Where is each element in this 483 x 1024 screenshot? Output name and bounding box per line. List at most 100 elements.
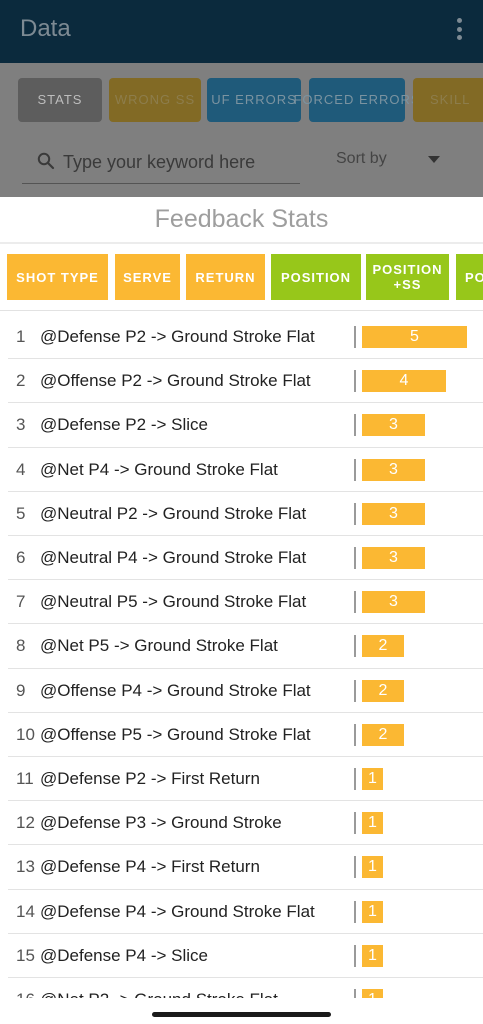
row-label: @Neutral P2 -> Ground Stroke Flat — [40, 503, 307, 523]
value-label: 2 — [378, 725, 388, 743]
row-separator — [354, 458, 356, 481]
chevron-down-icon[interactable] — [428, 156, 440, 163]
row-number: 4 — [16, 459, 26, 479]
list-item[interactable]: 1 @Defense P2 -> Ground Stroke Flat 5 — [8, 315, 483, 360]
row-number: 1 — [16, 327, 26, 346]
row-separator — [354, 989, 356, 998]
row-label: @Neutral P5 -> Ground Stroke Flat — [40, 592, 307, 612]
value-label: 1 — [368, 946, 377, 964]
value-label: 3 — [389, 593, 398, 611]
value-label: 3 — [389, 549, 398, 566]
tab-shot-type[interactable]: SHOT TYPE — [7, 254, 108, 300]
row-label: @Net P5 -> Ground Stroke Flat — [40, 636, 278, 656]
filter-chips: STATS WRONG SS UF ERRORS FORCED ERRORS S… — [18, 78, 483, 123]
row-separator — [354, 502, 356, 525]
row-label: @Offense P4 -> Ground Stroke Flat — [40, 680, 311, 700]
row-separator — [354, 723, 356, 746]
tab-position-t[interactable]: PO +T — [456, 254, 483, 300]
sheet-title: Feedback Stats — [154, 205, 329, 233]
filter-chip-stats[interactable]: STATS — [18, 78, 102, 122]
list-item[interactable]: 2 @Offense P2 -> Ground Stroke Flat 4 — [8, 359, 483, 404]
list-item[interactable]: 5 @Neutral P2 -> Ground Stroke Flat 3 — [8, 492, 483, 536]
filter-chip-uf-errors[interactable]: UF ERRORS — [207, 78, 301, 122]
row-separator — [354, 900, 356, 923]
row-number: 2 — [16, 371, 26, 391]
filter-chip-wrong-ss[interactable]: WRONG SS — [109, 78, 201, 122]
row-number: 8 — [16, 636, 26, 656]
list-item[interactable]: 15 @Defense P4 -> Slice 1 — [8, 934, 483, 978]
sort-by-label[interactable]: Sort by — [336, 150, 387, 168]
value-label: 2 — [378, 681, 388, 699]
row-separator — [354, 768, 356, 790]
row-label: @Neutral P4 -> Ground Stroke Flat — [40, 548, 307, 567]
value-label: 4 — [399, 372, 409, 390]
row-number: 15 — [16, 945, 35, 965]
tab-position[interactable]: POSITION — [271, 254, 361, 300]
row-number: 7 — [16, 592, 26, 612]
tab-return[interactable]: RETURN — [186, 254, 265, 300]
list-item[interactable]: 4 @Net P4 -> Ground Stroke Flat 3 — [8, 448, 483, 492]
search-input[interactable] — [63, 148, 293, 176]
tab-serve[interactable]: SERVE — [115, 254, 180, 300]
value-label: 3 — [389, 504, 398, 522]
value-label: 5 — [410, 328, 419, 345]
row-separator — [354, 679, 356, 702]
home-indicator[interactable] — [152, 1012, 331, 1017]
list-item[interactable]: 14 @Defense P4 -> Ground Stroke Flat 1 — [8, 890, 483, 934]
row-separator — [354, 370, 356, 393]
row-label: @Offense P5 -> Ground Stroke Flat — [40, 724, 311, 744]
row-label: @Defense P2 -> Slice — [40, 415, 208, 435]
list-item[interactable]: 7 @Neutral P5 -> Ground Stroke Flat 3 — [8, 580, 483, 625]
list-item[interactable]: 13 @Defense P4 -> First Return 1 — [8, 845, 483, 890]
row-number: 6 — [16, 548, 26, 567]
row-label: @Net P4 -> Ground Stroke Flat — [40, 459, 278, 479]
row-separator — [354, 856, 356, 879]
value-label: 3 — [389, 460, 398, 478]
row-label: @Defense P4 -> Ground Stroke Flat — [40, 901, 315, 921]
row-separator — [354, 547, 356, 569]
page-title: Data — [20, 15, 71, 42]
list-item[interactable]: 3 @Defense P2 -> Slice 3 — [8, 403, 483, 448]
row-number: 9 — [16, 680, 26, 700]
filter-chip-skill[interactable]: SKILL — [413, 78, 483, 122]
list-item[interactable]: 16 @Net P2 -> Ground Stroke Flat 1 — [8, 978, 483, 998]
app-bar: Data — [0, 0, 483, 63]
row-separator — [354, 635, 356, 658]
row-label: @Defense P4 -> First Return — [40, 857, 260, 877]
value-label: 1 — [368, 814, 377, 832]
column-tabs: SHOT TYPE SERVE RETURN POSITION POSITION… — [0, 254, 483, 301]
row-number: 14 — [16, 901, 35, 921]
list-item[interactable]: 10 @Offense P5 -> Ground Stroke Flat 2 — [8, 713, 483, 757]
value-label: 1 — [368, 858, 377, 876]
row-separator — [354, 326, 356, 348]
row-number: 16 — [16, 990, 35, 998]
divider — [0, 310, 483, 311]
list-item[interactable]: 9 @Offense P4 -> Ground Stroke Flat 2 — [8, 669, 483, 713]
value-label: 1 — [368, 770, 377, 787]
row-separator — [354, 414, 356, 437]
row-label: @Net P2 -> Ground Stroke Flat — [40, 990, 278, 998]
list-item[interactable]: 12 @Defense P3 -> Ground Stroke 1 — [8, 801, 483, 846]
value-label: 1 — [362, 989, 383, 998]
list-item[interactable]: 6 @Neutral P4 -> Ground Stroke Flat 3 — [8, 536, 483, 581]
row-label: @Defense P2 -> First Return — [40, 769, 260, 788]
value-label: 3 — [389, 416, 398, 434]
feedback-stats-sheet: Feedback Stats SHOT TYPE SERVE RETURN PO… — [0, 197, 483, 1024]
row-separator — [354, 944, 356, 967]
list-item[interactable]: 11 @Defense P2 -> First Return 1 — [8, 757, 483, 802]
search-bar — [22, 140, 300, 184]
search-icon — [37, 152, 55, 170]
more-options-icon[interactable] — [455, 18, 463, 40]
row-number: 3 — [16, 415, 26, 435]
row-number: 11 — [16, 769, 34, 788]
tab-position-ss[interactable]: POSITION +SS — [366, 254, 449, 300]
row-separator — [354, 812, 356, 835]
filter-chip-forced-errors[interactable]: FORCED ERRORS — [293, 78, 420, 122]
screen: Data STATS WRONG SS UF ERRORS FORCED ERR… — [0, 0, 483, 1024]
row-label: @Defense P4 -> Slice — [40, 945, 208, 965]
value-label: 2 — [378, 637, 388, 655]
row-label: @Defense P3 -> Ground Stroke — [40, 813, 282, 833]
value-label: 1 — [368, 902, 377, 920]
list-item[interactable]: 8 @Net P5 -> Ground Stroke Flat 2 — [8, 624, 483, 669]
divider — [0, 242, 483, 244]
